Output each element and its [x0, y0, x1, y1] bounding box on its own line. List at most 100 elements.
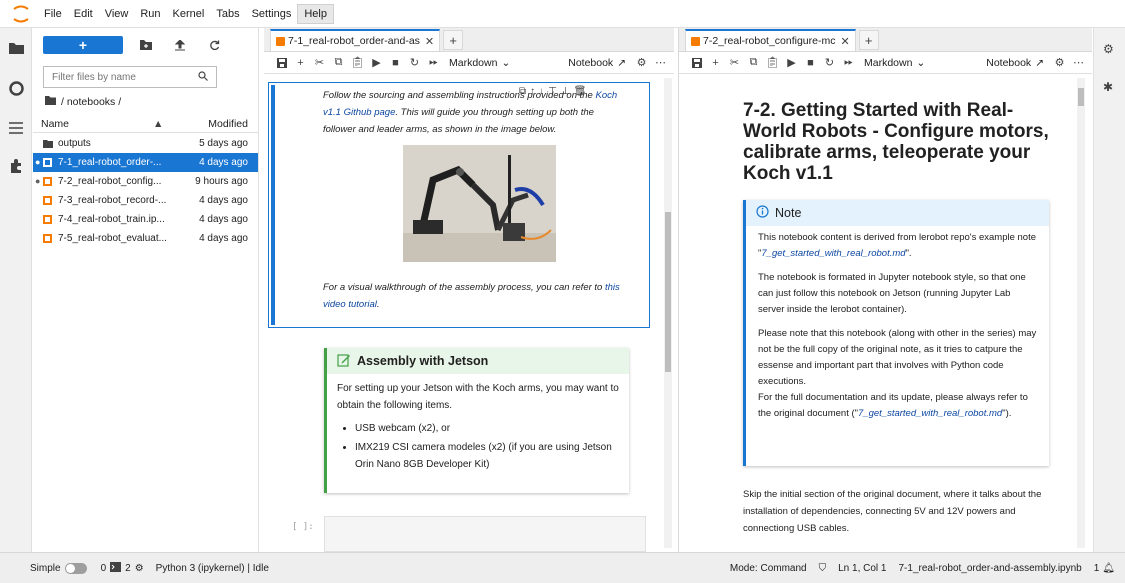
- cell-type-select[interactable]: Markdown ⌄: [449, 57, 510, 69]
- close-icon[interactable]: ✕: [840, 35, 849, 48]
- scroll-thumb[interactable]: [1078, 88, 1084, 106]
- kernel-label: Notebook: [986, 56, 1032, 69]
- running-kernels-icon[interactable]: [8, 80, 24, 96]
- simple-mode-toggle[interactable]: [64, 562, 87, 574]
- kernel-selector[interactable]: Notebook ↗: [986, 57, 1044, 69]
- menu-settings[interactable]: Settings: [246, 4, 298, 24]
- upload-icon[interactable]: [163, 36, 197, 54]
- table-of-contents-icon[interactable]: [8, 120, 24, 136]
- column-modified[interactable]: Modified: [208, 118, 248, 130]
- menu-tabs[interactable]: Tabs: [210, 4, 245, 24]
- scroll-thumb[interactable]: [665, 212, 671, 372]
- code-input[interactable]: [324, 516, 646, 552]
- menu-view[interactable]: View: [99, 4, 135, 24]
- list-item: USB webcam (x2), or: [355, 420, 619, 437]
- save-icon[interactable]: [272, 53, 291, 73]
- callout-assembly-jetson: Assembly with Jetson For setting up your…: [324, 348, 629, 493]
- new-tab-button[interactable]: +: [443, 30, 464, 50]
- debugger-icon[interactable]: ✱: [1103, 80, 1113, 94]
- callout-header: Note: [746, 200, 1049, 226]
- run-icon[interactable]: ▶: [367, 53, 386, 73]
- file-row-7-3[interactable]: 7-3_real-robot_record-... 4 days ago: [33, 191, 258, 210]
- cell-type-select[interactable]: Markdown ⌄: [864, 57, 925, 69]
- terminals-status[interactable]: 0 2 ⚙: [101, 561, 144, 575]
- extensions-icon[interactable]: [8, 158, 24, 174]
- example-note-link[interactable]: 7_get_started_with_real_robot.md: [761, 248, 905, 259]
- insert-cell-icon[interactable]: +: [706, 53, 725, 73]
- breadcrumb-path[interactable]: / notebooks /: [61, 96, 121, 108]
- menu-file[interactable]: File: [38, 4, 68, 24]
- sort-ascending-icon[interactable]: ▲: [153, 118, 171, 130]
- run-all-icon[interactable]: ⏩︎: [424, 53, 443, 73]
- notification-count: 1: [1093, 562, 1100, 574]
- folder-icon[interactable]: [8, 40, 24, 56]
- restart-icon[interactable]: ↻: [405, 53, 424, 73]
- chevron-down-icon: ⌄: [916, 56, 926, 69]
- cursor-position[interactable]: Ln 1, Col 1: [838, 563, 886, 574]
- file-row-7-1[interactable]: ● 7-1_real-robot_order-... 4 days ago: [33, 153, 258, 172]
- text-part: For a visual walkthrough of the assembly…: [323, 282, 605, 293]
- scrollbar-left[interactable]: [664, 78, 672, 548]
- file-modified: 9 hours ago: [195, 176, 248, 187]
- menu-help[interactable]: Help: [297, 3, 334, 24]
- shield-icon[interactable]: ⛉: [819, 563, 827, 574]
- tab-7-1-notebook[interactable]: 7-1_real-robot_order-and-as ✕: [270, 29, 441, 51]
- note-paragraph: This notebook content is derived from le…: [758, 230, 1037, 262]
- close-icon[interactable]: ✕: [425, 35, 434, 48]
- notifications[interactable]: 1 🔔︎: [1094, 563, 1115, 574]
- copy-icon[interactable]: ⧉: [329, 53, 348, 73]
- skip-paragraph: Skip the initial section of the original…: [743, 489, 1042, 534]
- restart-icon[interactable]: ↻: [820, 53, 839, 73]
- callout-title: Note: [775, 206, 802, 220]
- tab-bar-right: 7-2_real-robot_configure-mc ✕ +: [679, 28, 1092, 52]
- file-row-7-4[interactable]: 7-4_real-robot_train.ip... 4 days ago: [33, 210, 258, 229]
- markdown-cell-active[interactable]: ⧉ ↑ ↓ ⊤ ⊥ 🗑︎ Follow the sourcing and ass…: [268, 82, 650, 328]
- menu-kernel[interactable]: Kernel: [167, 4, 211, 24]
- menu-run[interactable]: Run: [134, 4, 166, 24]
- notebook-content-right[interactable]: 7-2. Getting Started with Real-World Rob…: [679, 76, 1083, 552]
- refresh-icon[interactable]: [197, 36, 231, 54]
- save-icon[interactable]: [687, 53, 706, 73]
- breadcrumb: / notebooks /: [45, 96, 258, 108]
- paste-icon[interactable]: 📋︎: [763, 53, 782, 73]
- run-icon[interactable]: ▶: [782, 53, 801, 73]
- property-inspector-icon[interactable]: ⚙: [1103, 42, 1114, 56]
- active-cell-indicator: [271, 85, 275, 325]
- notebook-panel-right: 7-2_real-robot_configure-mc ✕ + + ✂ ⧉ 📋︎…: [678, 28, 1092, 552]
- kernel-count: 2: [125, 562, 131, 574]
- new-launcher-button[interactable]: +: [43, 36, 123, 54]
- kernel-status-icon: ⚙: [1054, 57, 1065, 69]
- folder-icon[interactable]: [45, 96, 56, 108]
- file-row-7-2[interactable]: ● 7-2_real-robot_config... 9 hours ago: [33, 172, 258, 191]
- file-row-7-5[interactable]: 7-5_real-robot_evaluat... 4 days ago: [33, 229, 258, 248]
- filter-files-input[interactable]: Filter files by name: [43, 66, 217, 88]
- kernel-selector[interactable]: Notebook ↗: [568, 57, 626, 69]
- run-all-icon[interactable]: ⏩︎: [839, 53, 858, 73]
- info-icon: [756, 205, 769, 221]
- copy-icon[interactable]: ⧉: [744, 53, 763, 73]
- menu-edit[interactable]: Edit: [68, 4, 99, 24]
- stop-icon[interactable]: ■: [386, 53, 405, 73]
- cut-icon[interactable]: ✂: [310, 53, 329, 73]
- notebook-content-left[interactable]: ⧉ ↑ ↓ ⊤ ⊥ 🗑︎ Follow the sourcing and ass…: [264, 76, 672, 552]
- more-icon[interactable]: ⋯: [651, 53, 670, 73]
- more-icon[interactable]: ⋯: [1069, 53, 1088, 73]
- paste-icon[interactable]: 📋︎: [348, 53, 367, 73]
- new-folder-icon[interactable]: [129, 36, 163, 54]
- stop-icon[interactable]: ■: [801, 53, 820, 73]
- cut-icon[interactable]: ✂: [725, 53, 744, 73]
- original-document-link[interactable]: 7_get_started_with_real_robot.md: [858, 408, 1002, 419]
- file-list: outputs 5 days ago ● 7-1_real-robot_orde…: [33, 134, 258, 248]
- column-name[interactable]: Name: [41, 118, 153, 130]
- notebook-icon: [43, 177, 53, 186]
- new-tab-button[interactable]: +: [858, 30, 879, 50]
- file-name: 7-3_real-robot_record-...: [58, 195, 167, 206]
- callout-title: Assembly with Jetson: [357, 354, 489, 368]
- file-row-outputs[interactable]: outputs 5 days ago: [33, 134, 258, 153]
- scrollbar-right[interactable]: [1077, 78, 1085, 548]
- insert-cell-icon[interactable]: +: [291, 53, 310, 73]
- kernel-status-text[interactable]: Python 3 (ipykernel) | Idle: [156, 563, 269, 574]
- right-sidebar: ⚙ ✱: [1093, 28, 1125, 552]
- code-cell[interactable]: [ ]:: [286, 516, 646, 552]
- tab-7-2-notebook[interactable]: 7-2_real-robot_configure-mc ✕: [685, 29, 856, 51]
